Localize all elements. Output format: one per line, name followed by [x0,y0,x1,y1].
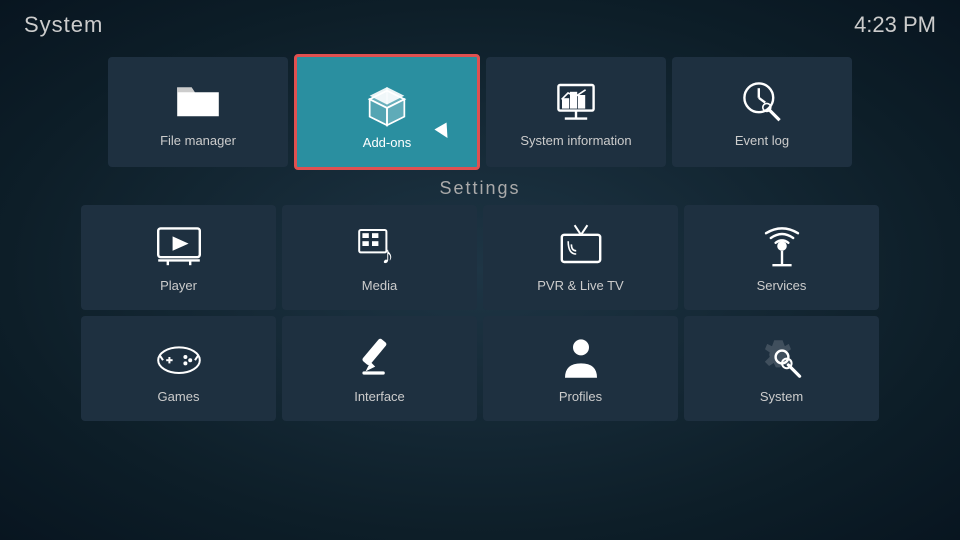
pvr-icon [557,222,605,270]
tile-label-media: Media [362,278,397,293]
tile-label-player: Player [160,278,197,293]
interface-icon [356,333,404,381]
tile-label-profiles: Profiles [559,389,602,404]
tile-media[interactable]: ♪ Media [282,205,477,310]
tile-label-interface: Interface [354,389,405,404]
tile-label-games: Games [158,389,200,404]
tile-label-add-ons: Add-ons [363,135,411,150]
tile-games[interactable]: Games [81,316,276,421]
main-content: System 4:23 PM File manager Add-ons [0,0,960,540]
folder-icon [174,77,222,125]
event-log-icon [738,77,786,125]
app-title: System [24,12,103,38]
addons-icon [361,75,413,127]
tile-player[interactable]: Player [81,205,276,310]
cursor-indicator [434,122,453,141]
svg-text:♪: ♪ [381,243,393,270]
player-icon [155,222,203,270]
tile-event-log[interactable]: Event log [672,57,852,167]
tile-label-system-information: System information [520,133,631,148]
system-info-icon [552,77,600,125]
media-icon: ♪ [356,222,404,270]
settings-row-1: Player ♪ Media [0,205,960,310]
games-icon [155,333,203,381]
tile-add-ons[interactable]: Add-ons [294,54,480,170]
top-bar: System 4:23 PM [0,0,960,50]
top-row: File manager Add-ons [0,54,960,170]
settings-label: Settings [0,178,960,199]
tile-label-system: System [760,389,803,404]
settings-row-2: Games Interface Profiles [0,316,960,421]
tile-label-services: Services [757,278,807,293]
tile-interface[interactable]: Interface [282,316,477,421]
system-gear-icon [758,333,806,381]
tile-profiles[interactable]: Profiles [483,316,678,421]
tile-system[interactable]: System [684,316,879,421]
tile-system-information[interactable]: System information [486,57,666,167]
services-icon [758,222,806,270]
tile-label-file-manager: File manager [160,133,236,148]
tile-label-event-log: Event log [735,133,789,148]
tile-file-manager[interactable]: File manager [108,57,288,167]
tile-services[interactable]: Services [684,205,879,310]
tile-pvr-live-tv[interactable]: PVR & Live TV [483,205,678,310]
clock: 4:23 PM [854,12,936,38]
profiles-icon [557,333,605,381]
tile-label-pvr-live-tv: PVR & Live TV [537,278,623,293]
